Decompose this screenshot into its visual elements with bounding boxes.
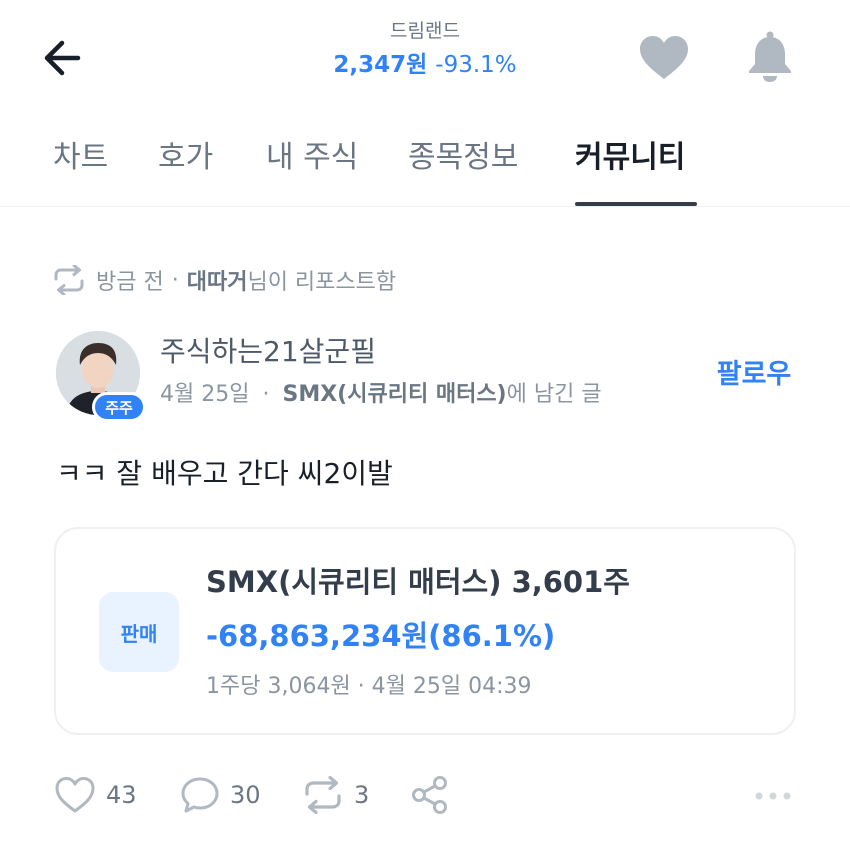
post-body: ㅋㅋ 잘 배우고 간다 씨2이발 [56,457,393,490]
stock-price: 2,347원 [333,52,428,78]
repost-icon [302,776,344,814]
trade-profit-loss: -68,863,234원(86.1%) [206,619,556,653]
tab-divider [0,206,850,207]
repost-suffix: 님이 리포스트함 [247,270,397,295]
more-icon [755,792,791,800]
trade-title: SMX(시큐리티 매터스) 3,601주 [206,565,630,599]
repost-icon [52,265,86,295]
repost-count: 3 [354,781,370,809]
like-count: 43 [106,781,137,809]
tab-stock-info[interactable]: 종목정보 [408,136,518,180]
heart-outline-icon [54,776,96,814]
repost-separator: · [171,267,179,293]
repost-time: 방금 전 [96,270,164,295]
post-meta: 4월 25일 · SMX(시큐리티 매터스)에 남긴 글 [160,378,602,412]
post-meta-separator: · [262,382,270,407]
repost-user[interactable]: 대따거 [187,264,248,296]
repost-info: 방금 전 · 대따거 님이 리포스트함 [52,262,396,298]
trade-type-badge: 판매 [99,592,179,672]
trade-detail: 1주당 3,064원 · 4월 25일 04:39 [206,674,532,699]
repost-button[interactable]: 3 [302,772,369,818]
tab-orderbook[interactable]: 호가 [158,136,213,180]
more-button[interactable] [748,776,798,816]
author-name[interactable]: 주식하는21살군필 [160,332,376,372]
tab-chart[interactable]: 차트 [53,136,108,180]
price-change: -93.1% [435,52,517,78]
follow-button[interactable]: 팔로우 [700,354,808,396]
heart-icon [640,36,688,79]
tab-my-stock[interactable]: 내 주식 [266,136,358,180]
bell-icon [749,31,791,82]
share-icon [410,775,450,815]
price-line: 2,347원 -93.1% [225,48,625,82]
back-button[interactable] [34,30,90,86]
like-button[interactable]: 43 [54,772,137,818]
favorite-button[interactable] [634,30,694,86]
post-stock-suffix: 에 남긴 글 [506,382,602,407]
post-date: 4월 25일 [160,382,250,407]
back-arrow-icon [44,40,81,76]
tab-community[interactable]: 커뮤니티 [575,136,685,180]
header-stock-info: 드림랜드 2,347원 -93.1% [225,18,625,82]
comment-icon [180,776,220,814]
comment-count: 30 [230,781,261,809]
stock-name: 드림랜드 [390,20,460,42]
notification-button[interactable] [742,28,798,86]
share-button[interactable] [410,772,460,818]
comment-button[interactable]: 30 [180,772,261,818]
post-stock-link[interactable]: SMX(시큐리티 매터스) [282,382,506,407]
shareholder-badge: 주주 [92,392,146,422]
